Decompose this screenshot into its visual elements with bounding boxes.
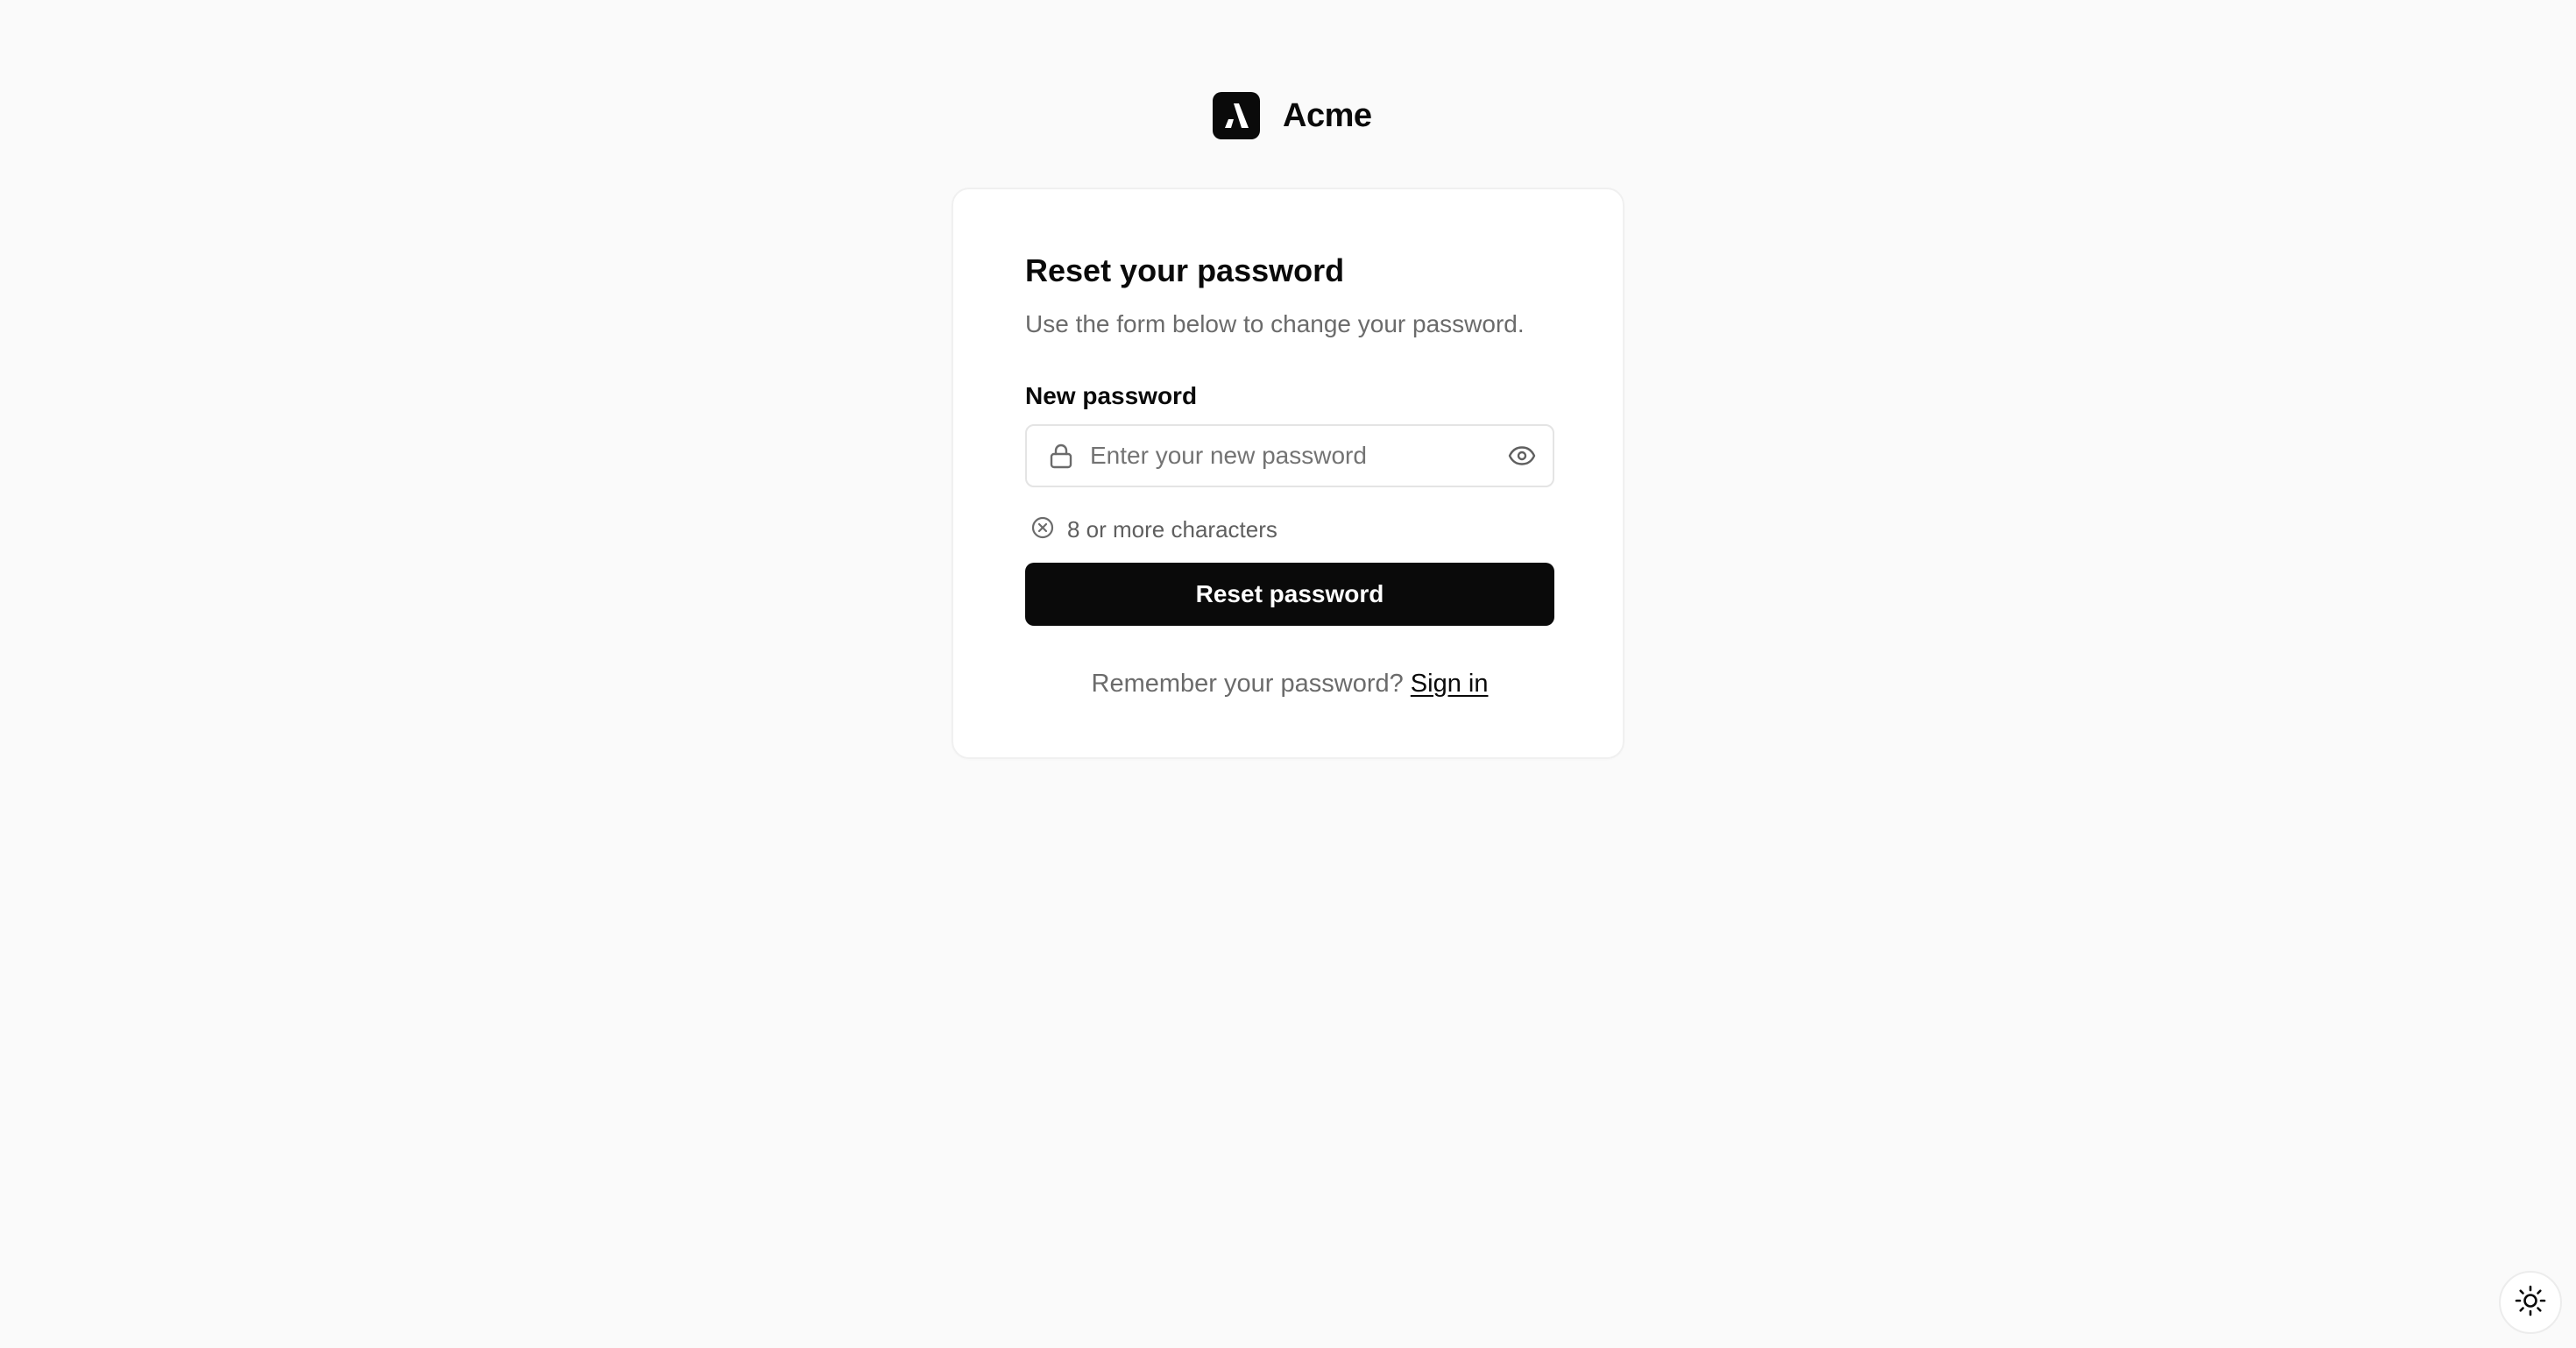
acme-logo-icon [1213,92,1260,139]
password-requirement: 8 or more characters [1030,515,1277,544]
eye-icon[interactable] [1507,442,1537,470]
brand-name: Acme [1283,96,1372,134]
x-circle-icon [1030,515,1055,544]
new-password-field[interactable] [1025,424,1554,487]
reset-password-page: Acme Reset your password Use the form be… [0,0,2576,1348]
signin-prompt: Remember your password? Sign in [1025,670,1554,699]
reset-password-button[interactable]: Reset password [1025,563,1554,626]
lock-icon [1048,443,1074,469]
card-title: Reset your password [1025,252,1345,288]
card-subtitle: Use the form below to change your passwo… [1025,310,1525,337]
new-password-input[interactable] [1090,426,1476,486]
theme-toggle-button[interactable] [2499,1271,2562,1334]
requirement-text: 8 or more characters [1067,516,1277,543]
new-password-label: New password [1025,382,1198,409]
brand: Acme [1213,91,1372,140]
sun-icon [2514,1284,2547,1322]
reset-password-card: Reset your password Use the form below t… [952,188,1624,759]
signin-link[interactable]: Sign in [1411,670,1489,698]
signin-prompt-text: Remember your password? [1091,670,1404,698]
